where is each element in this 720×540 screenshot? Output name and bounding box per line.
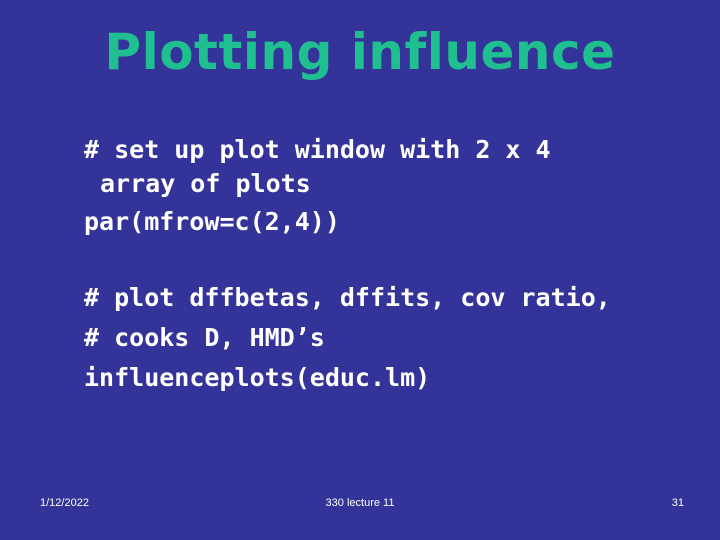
slide: Plotting influence # set up plot window … (0, 0, 720, 540)
code-line: influenceplots(educ.lm) (84, 363, 431, 392)
slide-title: Plotting influence (104, 23, 616, 81)
code-block-setup: # set up plot window with 2 x 4 array of… (84, 133, 688, 242)
footer-page-number: 31 (671, 497, 684, 509)
code-line: # set up plot window with 2 x 4 (84, 135, 551, 164)
code-line: par(mfrow=c(2,4)) (84, 207, 340, 236)
code-line: # cooks D, HMD’s (84, 323, 325, 352)
code-line: # plot dffbetas, dffits, cov ratio, (84, 283, 611, 312)
code-line: array of plots (100, 169, 311, 198)
slide-footer: 1/12/2022 330 lecture 11 31 (0, 495, 720, 515)
footer-lecture-label: 330 lecture 11 (325, 497, 395, 509)
code-block-influence: # plot dffbetas, dffits, cov ratio, # co… (84, 278, 688, 398)
slide-body: # set up plot window with 2 x 4 array of… (84, 133, 688, 398)
